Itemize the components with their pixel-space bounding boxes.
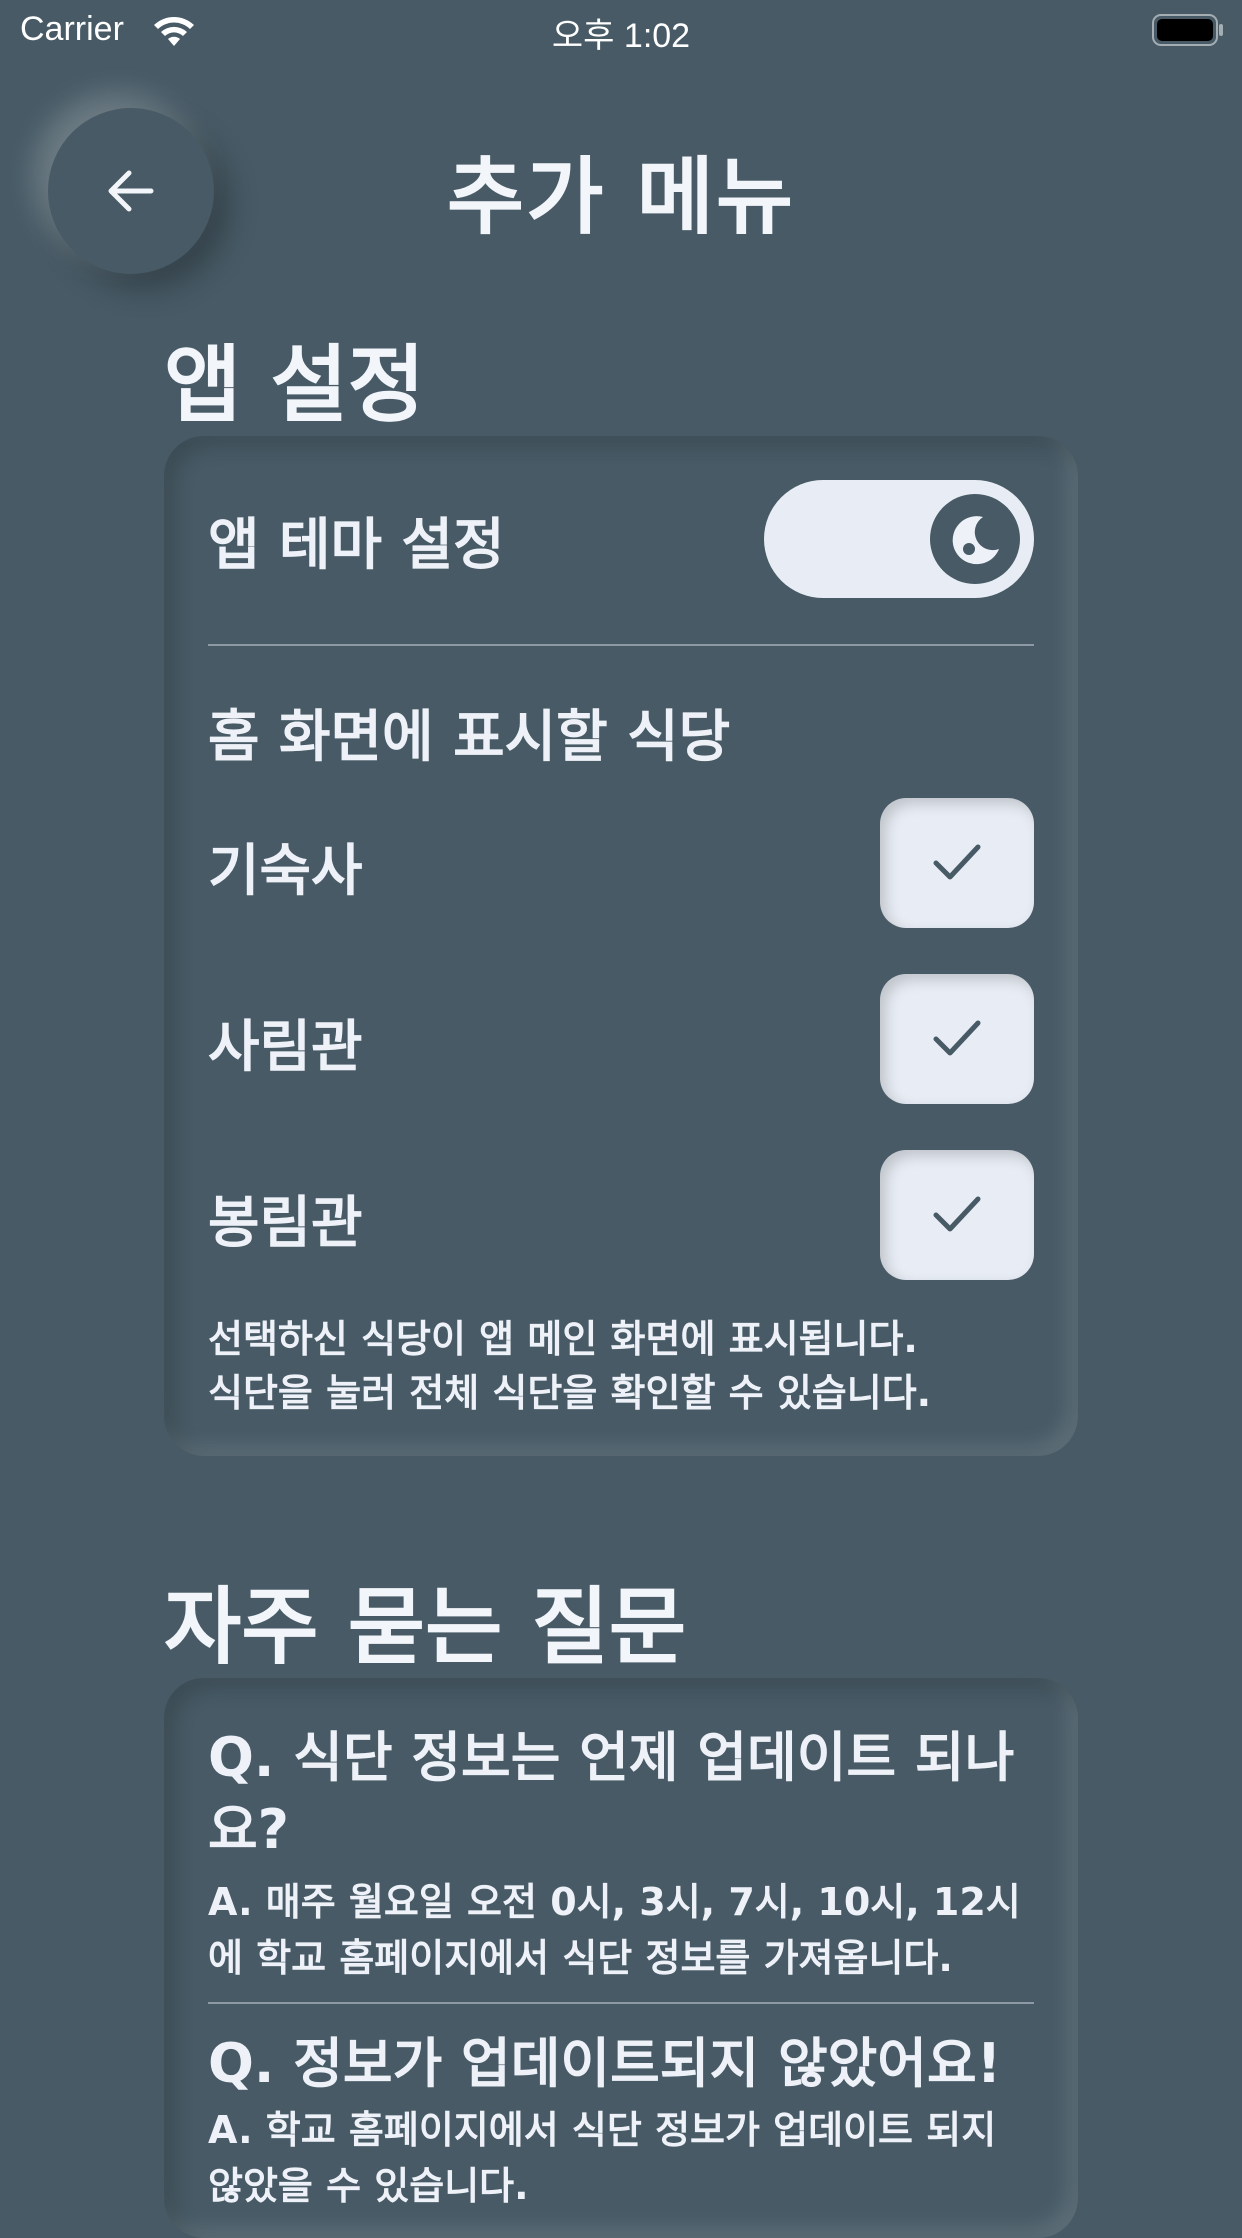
cafeteria-label-dormitory: 기숙사: [208, 839, 363, 904]
faq-answer: A. 학교 홈페이지에서 식단 정보가 업데이트 되지 않았을 수 있습니다.: [208, 2108, 997, 2208]
theme-toggle[interactable]: [764, 480, 1034, 598]
section-heading-app-settings: 앱 설정: [164, 336, 426, 434]
checkbox-dormitory[interactable]: [880, 798, 1034, 928]
checkbox-sarimgwan[interactable]: [880, 974, 1034, 1104]
cafeteria-label-sarimgwan: 사림관: [208, 1015, 363, 1080]
battery-icon: [1152, 14, 1223, 46]
home-cafeteria-label: 홈 화면에 표시할 식당: [208, 705, 731, 770]
check-icon: [933, 1196, 981, 1232]
section-heading-faq: 자주 묻는 질문: [164, 1578, 687, 1676]
faq-question: Q. 식단 정보는 언제 업데이트 되나요?: [208, 1726, 1015, 1861]
faq-card: Q. 식단 정보는 언제 업데이트 되나요? A. 매주 월요일 오전 0시, …: [164, 1678, 1078, 2238]
cafeteria-note-line1: 선택하신 식당이 앱 메인 화면에 표시됩니다.: [208, 1317, 918, 1361]
faq-question: Q. 정보가 업데이트되지 않았어요!: [208, 2032, 1002, 2095]
moon-icon: [952, 516, 999, 565]
faq-answer: A. 매주 월요일 오전 0시, 3시, 7시, 10시, 12시에 학교 홈페…: [208, 1880, 1021, 1980]
check-icon: [933, 1020, 981, 1056]
cafeteria-label-bongrimgwan: 봉림관: [208, 1191, 363, 1256]
checkbox-bongrimgwan[interactable]: [880, 1150, 1034, 1280]
cafeteria-note-line2: 식단을 눌러 전체 식단을 확인할 수 있습니다.: [208, 1371, 932, 1415]
theme-setting-label: 앱 테마 설정: [208, 513, 505, 578]
divider: [208, 644, 1034, 646]
status-bar: Carrier 오후 1:02: [0, 0, 1242, 60]
status-time: 오후 1:02: [551, 17, 691, 55]
toggle-knob: [930, 494, 1020, 584]
page-title: 추가 메뉴: [446, 148, 796, 246]
divider: [208, 2002, 1034, 2004]
check-icon: [933, 844, 981, 880]
app-settings-card: 앱 테마 설정 홈 화면에 표시할 식당 기숙사 사림관 봉림관 선택하신 식당…: [164, 436, 1078, 1456]
